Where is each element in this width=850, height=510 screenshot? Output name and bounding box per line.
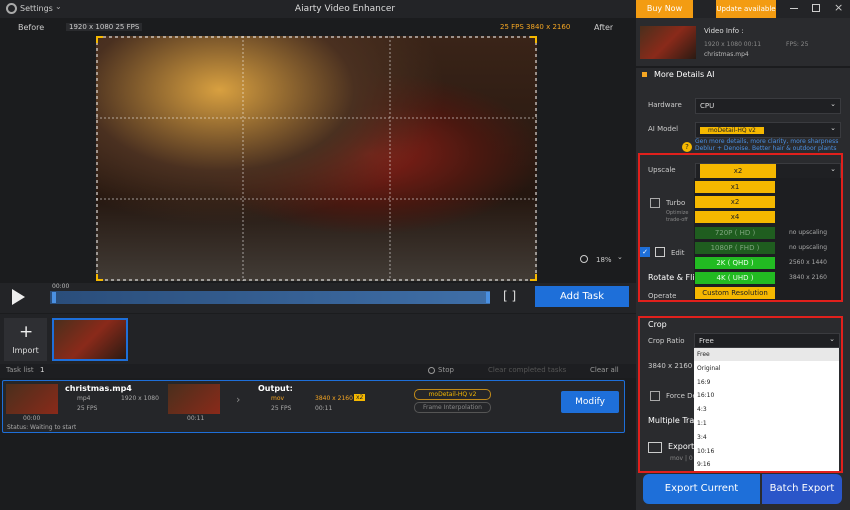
gear-icon[interactable] bbox=[6, 3, 17, 14]
info-thumbnail bbox=[640, 26, 696, 59]
task-count: 1 bbox=[40, 366, 45, 374]
stop-icon[interactable] bbox=[428, 367, 435, 374]
source-fps: 25 FPS bbox=[77, 405, 98, 412]
clear-completed-button[interactable]: Clear completed tasks bbox=[488, 366, 566, 374]
plus-icon: + bbox=[19, 322, 34, 342]
minimize-icon[interactable] bbox=[790, 8, 798, 9]
output-info: 25 FPS 3840 x 2160 bbox=[500, 23, 571, 31]
zoom-level: 18% bbox=[596, 256, 612, 264]
chevron-down-icon[interactable]: ⌄ bbox=[55, 2, 62, 11]
output-thumbnail bbox=[168, 384, 220, 414]
timeline-track[interactable] bbox=[50, 291, 490, 304]
crop-corner-icon[interactable] bbox=[96, 36, 103, 43]
output-time: 00:11 bbox=[315, 405, 333, 412]
output-resolution: 3840 x 2160 bbox=[315, 395, 353, 402]
fullscreen-icon[interactable]: [ ] bbox=[503, 289, 516, 303]
output-fps: 25 FPS bbox=[271, 405, 292, 412]
chevron-down-icon: ⌄ bbox=[830, 100, 836, 108]
section-bullet-icon bbox=[642, 72, 647, 77]
preview-image[interactable] bbox=[96, 36, 537, 281]
player-bar: 00:00 [ ] Add Task bbox=[0, 283, 636, 313]
info-file-name: christmas.mp4 bbox=[704, 51, 749, 58]
output-format: mov bbox=[271, 395, 285, 402]
source-format: mp4 bbox=[77, 395, 91, 402]
model-description: Gen more details, more clarity, more sha… bbox=[695, 138, 839, 152]
task-list-label: Task list bbox=[6, 366, 34, 374]
ai-model-label: AI Model bbox=[648, 125, 679, 133]
ai-model-select[interactable]: moDetail-HQ v2 ⌄ bbox=[695, 122, 841, 138]
after-label: After bbox=[594, 23, 614, 32]
info-fps: FPS: 25 bbox=[786, 41, 809, 48]
divider bbox=[636, 66, 850, 68]
help-icon[interactable]: ? bbox=[682, 142, 692, 152]
current-time: 00:00 bbox=[52, 283, 70, 290]
modify-button[interactable]: Modify bbox=[561, 391, 619, 413]
end-handle[interactable] bbox=[486, 292, 490, 303]
task-list-header: Task list 1 Stop Clear completed tasks C… bbox=[0, 364, 636, 378]
clear-all-button[interactable]: Clear all bbox=[590, 366, 619, 374]
source-time: 00:00 bbox=[23, 415, 41, 422]
hardware-select[interactable]: CPU ⌄ bbox=[695, 98, 841, 114]
before-label: Before bbox=[18, 23, 45, 32]
hardware-value: CPU bbox=[700, 102, 715, 110]
crop-corner-icon[interactable] bbox=[530, 36, 537, 43]
app-title: Aiarty Video Enhancer bbox=[294, 4, 396, 14]
import-button[interactable]: + Import bbox=[4, 318, 47, 361]
source-thumbnail bbox=[6, 384, 58, 414]
title-bar: Settings ⌄ Aiarty Video Enhancer Buy Now… bbox=[0, 0, 850, 18]
thumbnail-strip: + Import bbox=[0, 314, 636, 364]
info-resolution: 1920 x 1080 00:11 bbox=[704, 41, 762, 48]
add-task-button[interactable]: Add Task bbox=[535, 286, 629, 307]
hardware-label: Hardware bbox=[648, 101, 682, 109]
task-status: Status: Waiting to start bbox=[7, 424, 77, 431]
play-icon[interactable] bbox=[12, 289, 25, 305]
export-current-button[interactable]: Export Current bbox=[643, 474, 760, 504]
source-resolution: 1920 x 1080 bbox=[121, 395, 159, 402]
output-thumb-time: 00:11 bbox=[187, 415, 205, 422]
stop-button[interactable]: Stop bbox=[438, 366, 454, 374]
task-area-empty bbox=[0, 436, 636, 510]
right-panel: Video Info : 1920 x 1080 00:11 FPS: 25 c… bbox=[636, 18, 850, 510]
video-info-label: Video Info : bbox=[704, 27, 744, 35]
chevron-down-icon[interactable]: ⌄ bbox=[617, 253, 623, 261]
batch-export-button[interactable]: Batch Export bbox=[762, 474, 842, 504]
model-badge: moDetail-HQ v2 bbox=[414, 389, 491, 400]
update-available-button[interactable]: Update available bbox=[716, 0, 776, 18]
playhead-handle[interactable] bbox=[52, 292, 56, 303]
import-label: Import bbox=[12, 346, 39, 355]
chevron-down-icon: ⌄ bbox=[830, 124, 836, 132]
crop-highlight bbox=[638, 316, 843, 473]
zoom-icon[interactable] bbox=[580, 255, 588, 263]
video-thumbnail[interactable] bbox=[52, 318, 128, 361]
upscale-highlight bbox=[638, 153, 843, 302]
crop-corner-icon[interactable] bbox=[530, 274, 537, 281]
output-label: Output: bbox=[258, 384, 293, 393]
chevron-right-icon: › bbox=[236, 393, 241, 406]
output-scale-badge: x2 bbox=[354, 394, 366, 401]
buy-now-button[interactable]: Buy Now bbox=[636, 0, 693, 18]
maximize-icon[interactable] bbox=[812, 4, 820, 12]
more-details-title: More Details AI bbox=[654, 70, 715, 79]
close-icon[interactable]: × bbox=[834, 1, 843, 14]
task-card[interactable]: 00:00 christmas.mp4 mp4 1920 x 1080 25 F… bbox=[2, 380, 625, 433]
task-file-name: christmas.mp4 bbox=[65, 384, 132, 393]
source-info: 1920 x 1080 25 FPS bbox=[66, 23, 143, 31]
settings-label[interactable]: Settings bbox=[20, 4, 53, 13]
ai-model-value: moDetail-HQ v2 bbox=[700, 127, 764, 134]
crop-corner-icon[interactable] bbox=[96, 274, 103, 281]
frame-interpolation-badge: Frame Interpolation bbox=[414, 402, 491, 413]
